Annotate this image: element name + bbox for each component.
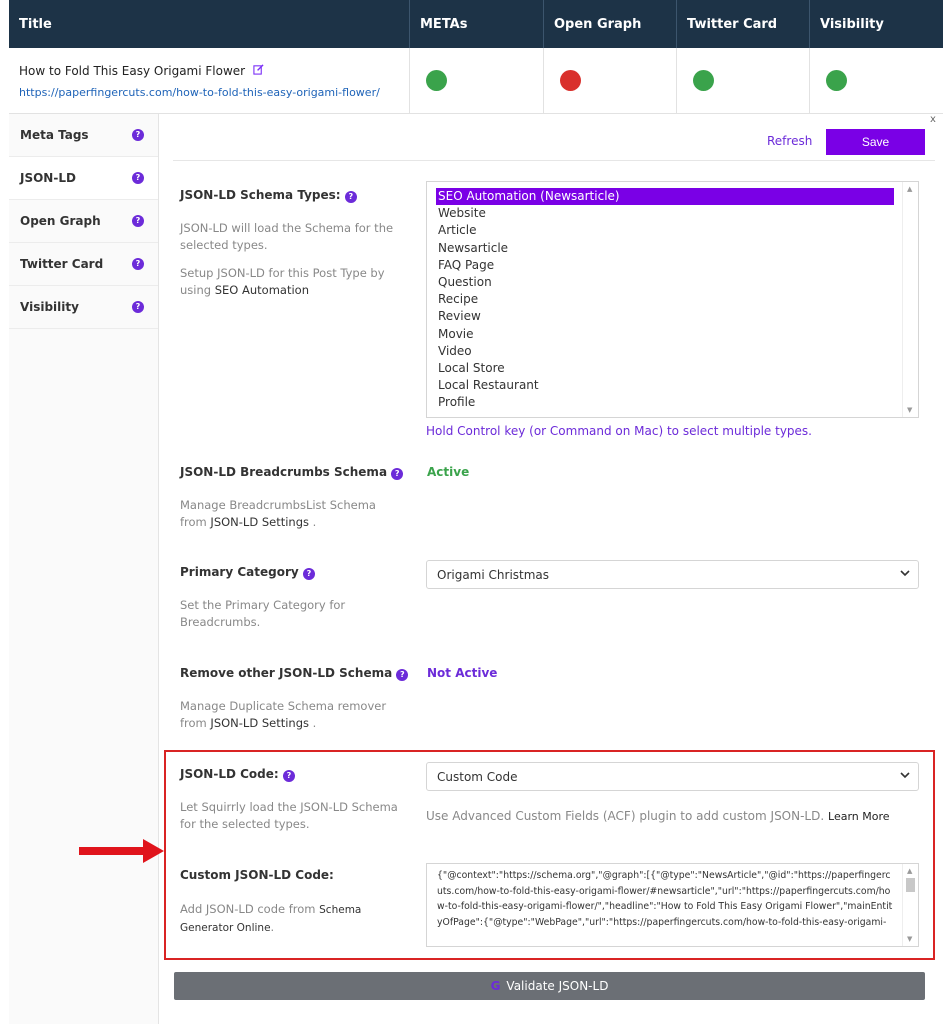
primary-category-description: Set the Primary Category for Breadcrumbs… [180,598,346,629]
primary-category-label: Primary Category ? [180,565,315,580]
schema-types-setup-text: Setup JSON-LD for this Post Type by usin… [180,266,385,297]
textarea-scrollbar[interactable]: ▲ ▼ [902,864,918,946]
help-icon[interactable]: ? [344,191,357,203]
chevron-down-icon [900,772,910,779]
schema-types-options: SEO Automation (Newsarticle) Website Artic… [427,182,918,411]
help-icon[interactable]: ? [391,468,404,480]
scroll-thumb[interactable] [906,878,915,892]
sidebar-item-twitter-card[interactable]: Twitter Card? [9,243,158,286]
listbox-scrollbar[interactable]: ▲ ▼ [902,182,918,417]
acf-note: Use Advanced Custom Fields (ACF) plugin … [426,809,890,823]
schema-type-option[interactable]: Profile [427,394,918,411]
custom-code-label: Custom JSON-LD Code: [180,868,334,882]
column-header-twitter-card: Twitter Card [677,0,810,48]
help-icon[interactable]: ? [282,770,295,782]
schema-type-option[interactable]: Review [427,308,918,325]
schema-type-option[interactable]: Recipe [427,291,918,308]
schema-types-listbox[interactable]: SEO Automation (Newsarticle) Website Artic… [426,181,919,418]
help-icon[interactable]: ? [396,669,409,681]
help-icon[interactable]: ? [132,215,144,227]
json-ld-code-label: JSON-LD Code: ? [180,767,295,782]
scroll-down-icon[interactable]: ▼ [907,935,912,943]
metas-status-dot[interactable] [426,70,447,91]
scroll-up-icon[interactable]: ▲ [907,185,912,193]
schema-type-option[interactable]: Newsarticle [427,240,918,257]
column-header-visibility: Visibility [820,16,884,32]
sidebar-item-json-ld[interactable]: JSON-LD? [9,157,158,200]
settings-sidebar: Meta Tags? JSON-LD? Open Graph? Twitter … [9,114,159,1024]
open-graph-status-dot[interactable] [560,70,581,91]
json-ld-settings-link[interactable]: JSON-LD Settings [210,716,309,730]
schema-type-option[interactable]: Article [427,222,918,239]
schema-type-option[interactable]: FAQ Page [427,257,918,274]
schema-type-option[interactable]: SEO Automation (Newsarticle) [436,188,894,206]
column-header-title: Title [9,0,410,48]
json-ld-code-description: Let Squirrly load the JSON-LD Schema for… [180,800,398,831]
remove-schema-label: Remove other JSON-LD Schema ? [180,666,409,681]
sidebar-item-label: Meta Tags [20,128,89,142]
scroll-up-icon[interactable]: ▲ [907,867,912,875]
table-header: Title METAs Open Graph Twitter Card Visi… [9,0,943,48]
sidebar-item-label: Open Graph [20,214,101,228]
arrow-right-icon [79,839,164,863]
schema-types-label: JSON-LD Schema Types: ? [180,188,357,203]
help-icon[interactable]: ? [132,129,144,141]
schema-type-option[interactable]: Local Store [427,360,918,377]
schema-types-description: JSON-LD will load the Schema for the sel… [180,221,394,252]
schema-type-option[interactable]: Video [427,343,918,360]
column-header-open-graph: Open Graph [544,0,677,48]
sidebar-item-label: Visibility [20,300,79,314]
close-icon[interactable]: x [930,114,936,125]
remove-schema-description: Manage Duplicate Schema remover from JSO… [180,699,387,730]
scroll-down-icon[interactable]: ▼ [907,406,912,414]
multi-select-hint: Hold Control key (or Command on Mac) to … [426,424,812,438]
learn-more-link[interactable]: Learn More [828,810,890,823]
custom-code-textarea[interactable]: {"@context":"https://schema.org","@graph… [426,863,919,947]
breadcrumbs-schema-label: JSON-LD Breadcrumbs Schema ? [180,465,404,480]
breadcrumbs-status[interactable]: Active [427,465,469,479]
sidebar-item-open-graph[interactable]: Open Graph? [9,200,158,243]
twitter-card-status-dot[interactable] [693,70,714,91]
schema-type-option[interactable]: Question [427,274,918,291]
sidebar-item-visibility[interactable]: Visibility? [9,286,158,329]
help-icon[interactable]: ? [132,301,144,313]
refresh-button[interactable]: Refresh [767,134,812,148]
twitter-card-status-cell [677,48,810,113]
post-url-link[interactable]: https://paperfingercuts.com/how-to-fold-… [19,86,380,99]
sidebar-item-label: Twitter Card [20,257,104,271]
json-ld-settings-link[interactable]: JSON-LD Settings [210,515,309,529]
help-icon[interactable]: ? [132,172,144,184]
post-row: How to Fold This Easy Origami Flower htt… [9,48,943,114]
edit-icon[interactable] [253,64,264,78]
open-graph-status-cell [544,48,677,113]
custom-code-content: {"@context":"https://schema.org","@graph… [437,870,893,928]
metas-status-cell [410,48,544,113]
schema-type-option[interactable]: Movie [427,326,918,343]
json-ld-code-select[interactable]: Custom Code [426,762,919,791]
help-icon[interactable]: ? [132,258,144,270]
save-button[interactable]: Save [826,129,925,155]
breadcrumbs-description: Manage BreadcrumbsList Schema from JSON-… [180,498,376,529]
sidebar-item-meta-tags[interactable]: Meta Tags? [9,114,158,157]
schema-type-option[interactable]: Website [427,205,918,222]
sidebar-item-label: JSON-LD [20,171,76,185]
remove-schema-status[interactable]: Not Active [427,666,497,680]
google-icon: G [490,979,501,993]
seo-automation-link[interactable]: SEO Automation [215,283,309,297]
validate-json-ld-button[interactable]: G Validate JSON-LD [174,972,925,1000]
schema-type-option[interactable]: Local Restaurant [427,377,918,394]
column-header-metas: METAs [410,0,544,48]
visibility-status-dot[interactable] [826,70,847,91]
visibility-status-cell [810,48,943,113]
post-title: How to Fold This Easy Origami Flower [19,64,246,78]
chevron-down-icon [900,570,910,577]
help-icon[interactable]: ? [302,568,315,580]
custom-code-description: Add JSON-LD code from Schema Generator O… [180,902,362,934]
divider [173,160,935,161]
post-title-cell: How to Fold This Easy Origami Flower htt… [9,48,410,113]
primary-category-select[interactable]: Origami Christmas [426,560,919,589]
